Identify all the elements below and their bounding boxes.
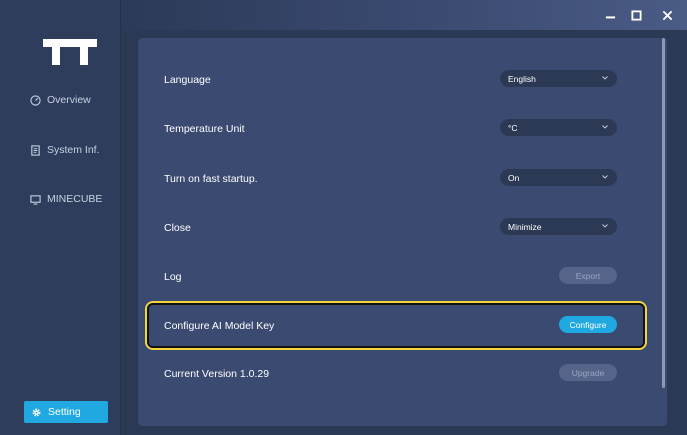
close-behavior-select[interactable]: Minimize: [500, 218, 617, 235]
chevron-down-icon: [602, 224, 608, 228]
fast-startup-select[interactable]: On: [500, 169, 617, 186]
ai-model-key-label: Configure AI Model Key: [164, 320, 275, 332]
sidebar-item-label: Setting: [48, 406, 81, 418]
log-label: Log: [164, 271, 182, 283]
close-behavior-label: Close: [164, 222, 191, 234]
title-bar: [121, 0, 687, 30]
configure-button[interactable]: Configure: [559, 316, 617, 333]
fast-startup-label: Turn on fast startup.: [164, 173, 258, 185]
upgrade-button[interactable]: Upgrade: [559, 364, 617, 381]
monitor-icon: [30, 194, 41, 205]
chevron-down-icon: [602, 175, 608, 179]
chevron-down-icon: [602, 125, 608, 129]
sidebar-item-label: System Inf.: [47, 144, 100, 156]
temperature-unit-select[interactable]: °C: [500, 119, 617, 136]
close-behavior-value: Minimize: [508, 221, 542, 232]
sidebar-item-setting[interactable]: Setting: [24, 401, 108, 423]
close-button[interactable]: [659, 7, 675, 23]
export-button[interactable]: Export: [559, 267, 617, 284]
maximize-icon: [630, 9, 642, 21]
thermaltake-logo: [43, 39, 97, 65]
current-version-label: Current Version 1.0.29: [164, 368, 270, 380]
sidebar-item-overview[interactable]: Overview: [30, 94, 91, 106]
sidebar-item-minecube[interactable]: MINECUBE: [30, 193, 102, 205]
sidebar-item-label: MINECUBE: [47, 193, 103, 205]
language-label: Language: [164, 74, 211, 86]
fast-startup-value: On: [508, 172, 520, 183]
chevron-down-icon: [602, 76, 608, 80]
minimize-icon: [605, 15, 615, 18]
temperature-unit-label: Temperature Unit: [164, 123, 245, 135]
sidebar-item-label: Overview: [47, 94, 91, 106]
minimize-button[interactable]: [602, 7, 618, 23]
gear-icon: [31, 407, 42, 418]
document-icon: [30, 144, 41, 156]
language-value: English: [508, 73, 536, 84]
sidebar-item-system-info[interactable]: System Inf.: [30, 144, 100, 156]
sidebar: Overview System Inf. MINECUBE Setting: [0, 0, 121, 435]
close-icon: [662, 10, 672, 20]
gauge-icon: [30, 94, 41, 106]
scrollbar[interactable]: [662, 38, 665, 388]
maximize-button[interactable]: [628, 7, 644, 23]
temperature-unit-value: °C: [508, 122, 518, 133]
language-select[interactable]: English: [500, 70, 617, 87]
